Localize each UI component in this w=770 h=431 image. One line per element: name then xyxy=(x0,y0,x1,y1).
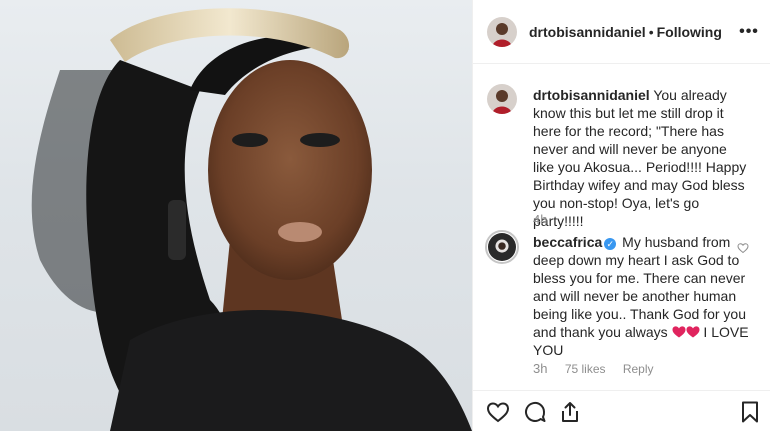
post-photo[interactable] xyxy=(0,0,472,431)
portrait-illustration xyxy=(31,8,472,431)
comment-like-icon[interactable] xyxy=(737,242,749,254)
comment-meta: 3h 75 likes Reply xyxy=(533,361,668,376)
red-heart-emoji-icon xyxy=(672,326,686,338)
comment-timestamp[interactable]: 3h xyxy=(533,361,547,376)
caption-avatar[interactable] xyxy=(487,84,517,114)
comment-username[interactable]: beccafrica xyxy=(533,234,602,250)
share-icon[interactable] xyxy=(558,400,582,424)
caption-body: drtobisannidaniel You already know this … xyxy=(533,86,749,230)
bookmark-icon[interactable] xyxy=(738,400,762,424)
action-bar xyxy=(473,390,770,431)
header-text: drtobisannidaniel • Following xyxy=(529,24,722,41)
caption-timestamp[interactable]: 4h xyxy=(533,212,547,227)
more-options-icon[interactable]: ••• xyxy=(739,22,759,42)
verified-badge-icon: ✓ xyxy=(604,238,617,250)
commenter-avatar[interactable] xyxy=(485,230,519,264)
post-side-panel: drtobisannidaniel • Following ••• drtobisa… xyxy=(472,0,770,431)
reply-button[interactable]: Reply xyxy=(623,362,654,376)
heart-icon[interactable] xyxy=(486,400,510,424)
red-heart-emoji-icon xyxy=(686,326,700,338)
comment-likes[interactable]: 75 likes xyxy=(565,362,606,376)
author-avatar[interactable] xyxy=(487,17,517,47)
comment-body: beccafrica ✓ My husband from deep down my… xyxy=(533,233,749,359)
header-separator: • xyxy=(648,24,654,40)
caption-text: You already know this but let me still d… xyxy=(533,87,747,229)
caption-username[interactable]: drtobisannidaniel xyxy=(533,87,650,103)
comment-icon[interactable] xyxy=(523,400,547,424)
author-username[interactable]: drtobisannidaniel xyxy=(529,24,646,40)
following-button[interactable]: Following xyxy=(657,24,722,40)
post-header: drtobisannidaniel • Following ••• xyxy=(473,0,770,64)
